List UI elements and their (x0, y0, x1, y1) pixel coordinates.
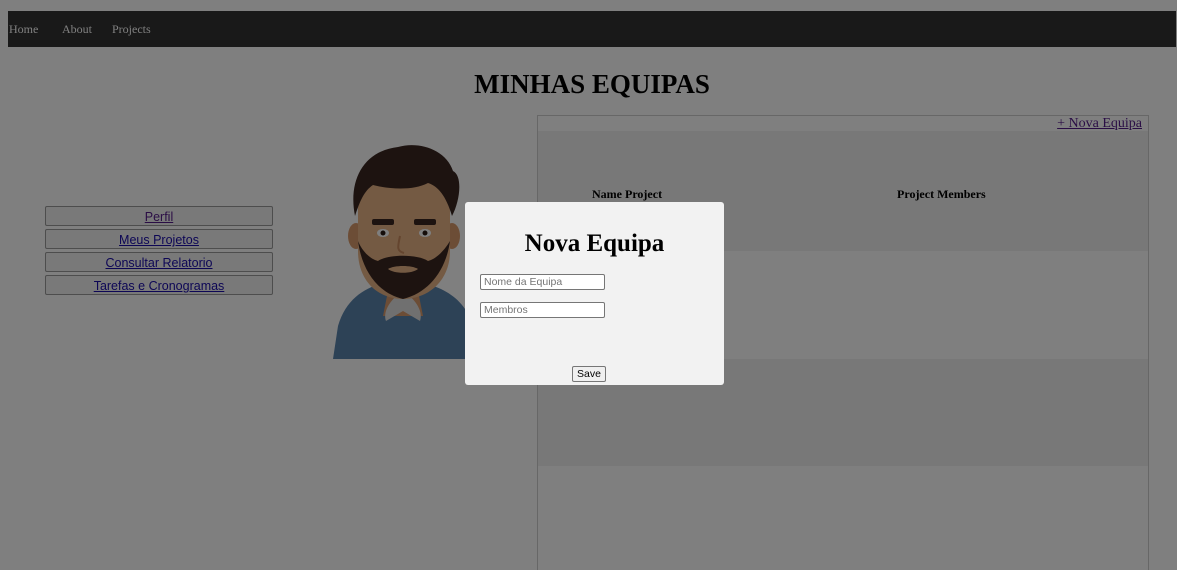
team-members-input[interactable] (480, 302, 605, 318)
new-team-modal: Nova Equipa Save (465, 202, 724, 385)
save-button[interactable]: Save (572, 366, 606, 382)
modal-title: Nova Equipa (524, 230, 665, 257)
team-name-input[interactable] (480, 274, 605, 290)
